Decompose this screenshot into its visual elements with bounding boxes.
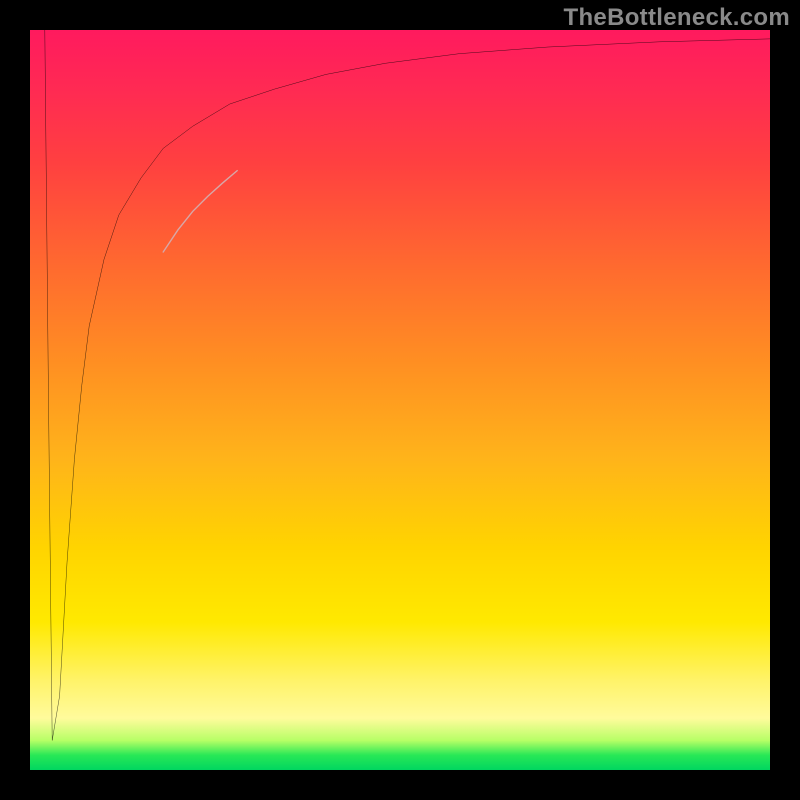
curve-layer [30, 30, 770, 770]
plot-area [30, 30, 770, 770]
highlight-segment [163, 171, 237, 252]
bottleneck-curve [45, 30, 770, 740]
attribution-text: TheBottleneck.com [564, 4, 790, 32]
chart-stage: TheBottleneck.com [0, 0, 800, 800]
